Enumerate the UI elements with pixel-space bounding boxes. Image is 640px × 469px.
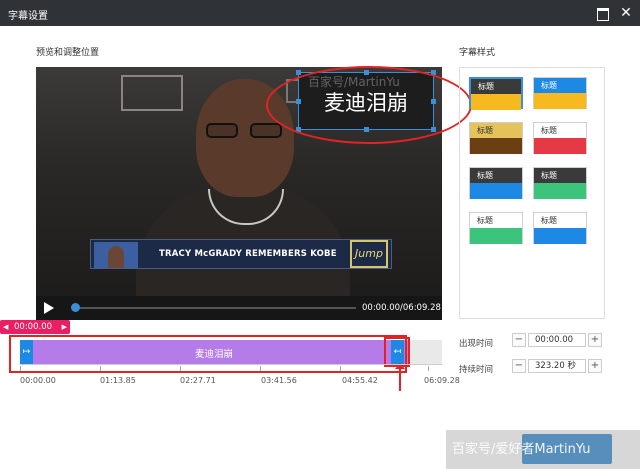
window-title: 字幕设置 (8, 11, 48, 22)
swatch-color-bar (470, 138, 522, 154)
title-bar: 字幕设置 ✕ (0, 0, 640, 26)
swatch-label: 标题 (470, 168, 522, 183)
duration-label: 持续时间 (459, 365, 494, 375)
swatch-color-bar (470, 228, 522, 244)
lower-third-banner: TRACY McGRADY REMEMBERS KOBE (90, 239, 392, 269)
swatch-label: 标题 (471, 79, 521, 94)
subtitle-style-swatch[interactable]: 标题 (533, 122, 587, 154)
play-icon[interactable] (44, 302, 54, 314)
swatch-label: 标题 (534, 213, 586, 228)
subtitle-style-swatch[interactable]: 标题 (533, 77, 587, 109)
preview-section-label: 预览和调整位置 (36, 48, 100, 58)
subtitle-style-swatch[interactable]: 标题 (533, 212, 587, 244)
lower-third-thumbnail (94, 242, 138, 268)
progress-knob[interactable] (71, 303, 80, 312)
timeline-ruler (20, 364, 442, 372)
playhead-time-label: 00:00.00 (14, 322, 53, 332)
ruler-tick-label: 00:00.00 (20, 376, 56, 385)
ruler-tick-label: 06:09.28 (424, 376, 460, 385)
glasses (206, 123, 286, 139)
background-hoop (121, 75, 183, 111)
swatch-color-bar (534, 93, 586, 109)
maximize-icon[interactable] (594, 5, 610, 21)
progress-track[interactable] (72, 307, 356, 309)
time-display: 00:00.00/06:09.28 (362, 303, 441, 313)
swatch-color-bar (534, 183, 586, 199)
subtitle-style-swatch[interactable]: 标题 (469, 77, 523, 110)
styles-section-label: 字幕样式 (459, 48, 496, 58)
appear-time-input[interactable]: 00:00.00 (528, 333, 586, 347)
playhead-left-arrow-icon: ◀ (3, 323, 9, 331)
subtitle-style-swatch[interactable]: 标题 (469, 122, 523, 154)
playhead-time[interactable]: ◀ 00:00.00 ▶ (0, 320, 70, 334)
ruler-tick-label: 03:41.56 (261, 376, 297, 385)
swatch-label: 标题 (534, 78, 586, 93)
ruler-tick-label: 02:27.71 (180, 376, 216, 385)
subtitle-style-swatch[interactable]: 标题 (533, 167, 587, 199)
annotation-ellipse (266, 66, 472, 144)
swatch-color-bar (534, 138, 586, 154)
swatch-label: 标题 (470, 123, 522, 138)
subtitle-style-swatch[interactable]: 标题 (469, 167, 523, 199)
playback-controls: 00:00.00/06:09.28 (36, 296, 442, 320)
swatch-color-bar (534, 228, 586, 244)
ruler-tick-label: 01:13.85 (100, 376, 136, 385)
duration-input[interactable]: 323.20 秒 (528, 359, 586, 373)
ruler-tick-label: 04:55.42 (342, 376, 378, 385)
swatch-label: 标题 (534, 123, 586, 138)
appear-time-label: 出现时间 (459, 339, 494, 349)
duration-minus-button[interactable]: − (512, 359, 526, 373)
swatch-label: 标题 (470, 213, 522, 228)
resize-handle[interactable] (296, 70, 301, 75)
playhead-right-arrow-icon: ▶ (61, 323, 67, 331)
appear-minus-button[interactable]: − (512, 333, 526, 347)
swatch-color-bar (471, 94, 521, 110)
duration-plus-button[interactable]: + (588, 359, 602, 373)
jump-logo: Jump (350, 240, 388, 268)
subtitle-style-swatch[interactable]: 标题 (469, 212, 523, 244)
close-icon[interactable]: ✕ (618, 5, 634, 21)
lower-third-text: TRACY McGRADY REMEMBERS KOBE (159, 249, 337, 259)
swatch-color-bar (470, 183, 522, 199)
swatch-label: 标题 (534, 168, 586, 183)
footer-watermark: 百家号/爱好者MartinYu (452, 442, 591, 457)
appear-plus-button[interactable]: + (588, 333, 602, 347)
